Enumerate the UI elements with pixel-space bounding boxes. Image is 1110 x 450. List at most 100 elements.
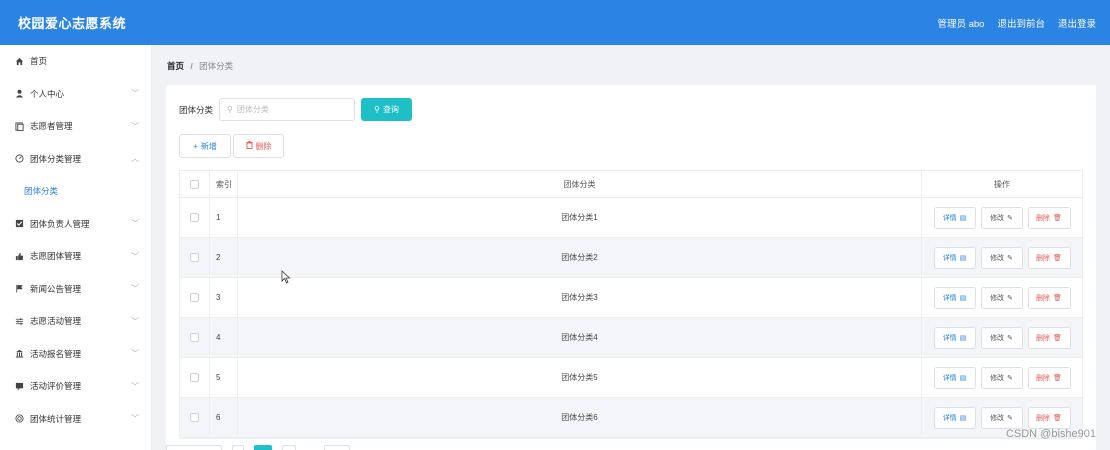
- chevron-down-icon: ﹀: [131, 251, 139, 261]
- delete-label: 删除: [1036, 374, 1051, 382]
- page-1-button[interactable]: [254, 445, 272, 450]
- document-icon: ▤: [959, 334, 967, 342]
- pagination: [166, 445, 350, 450]
- sidebar-item-label: 首页: [30, 56, 48, 67]
- gauge-icon: [14, 154, 24, 164]
- sidebar-subitem-group-category[interactable]: 团体分类: [0, 175, 151, 208]
- sidebar-item-label: 团体统计管理: [30, 413, 82, 424]
- edit-button[interactable]: 修改 ✎: [980, 246, 1023, 269]
- row-checkbox[interactable]: [190, 373, 199, 382]
- detail-button[interactable]: 详情 ▤: [933, 246, 976, 269]
- sidebar-item-label: 活动评价管理: [30, 381, 82, 392]
- row-checkbox[interactable]: [190, 293, 199, 302]
- edit-button[interactable]: 修改 ✎: [980, 206, 1023, 229]
- edit-button[interactable]: 修改 ✎: [980, 326, 1023, 349]
- chevron-down-icon: ﹀: [131, 414, 139, 424]
- breadcrumb-home[interactable]: 首页: [167, 61, 184, 71]
- sidebar-item-label: 活动报名管理: [30, 348, 82, 359]
- back-to-front-link[interactable]: 退出到前台: [997, 16, 1045, 30]
- sidebar-item-label: 个人中心: [30, 88, 65, 99]
- sidebar-item-activities[interactable]: 志愿活动管理 ﹀: [0, 305, 151, 338]
- checkbox-icon: [14, 219, 24, 229]
- delete-label: 删除: [1036, 334, 1051, 342]
- plus-icon: +: [193, 141, 198, 151]
- add-button[interactable]: + 新增: [179, 134, 231, 158]
- document-icon: ▤: [959, 214, 967, 222]
- row-index: 6: [210, 398, 238, 437]
- detail-button[interactable]: 详情 ▤: [933, 286, 976, 309]
- detail-button[interactable]: 详情 ▤: [933, 206, 976, 229]
- mouse-cursor-icon: [281, 270, 291, 284]
- row-index: 2: [210, 238, 238, 277]
- row-checkbox[interactable]: [190, 333, 199, 342]
- sidebar-item-label: 志愿活动管理: [30, 316, 82, 327]
- sidebar-item-volunteers[interactable]: 志愿者管理 ﹀: [0, 110, 151, 143]
- logout-link[interactable]: 退出登录: [1058, 16, 1096, 30]
- bank-icon: [14, 349, 24, 359]
- sidebar-item-group-category[interactable]: 团体分类管理 ︿: [0, 143, 151, 176]
- pencil-icon: ✎: [1007, 294, 1013, 302]
- comment-icon: [14, 381, 24, 391]
- trash-icon: [246, 141, 253, 151]
- detail-button[interactable]: 详情 ▤: [933, 406, 976, 429]
- row-name: 团体分类4: [238, 318, 922, 357]
- top-header: 校园爱心志愿系统 管理员 abo 退出到前台 退出登录: [0, 0, 1110, 45]
- jump-page-input[interactable]: [324, 445, 350, 450]
- page-2-button[interactable]: [282, 445, 296, 450]
- user-icon: [14, 89, 24, 99]
- delete-label: 删除: [1036, 414, 1051, 422]
- sidebar-item-signups[interactable]: 活动报名管理 ﹀: [0, 338, 151, 371]
- delete-button[interactable]: 删除 🗑: [1027, 366, 1071, 389]
- pencil-icon: ✎: [1007, 414, 1013, 422]
- search-placeholder: 团体分类: [236, 105, 269, 114]
- delete-button[interactable]: 删除 🗑: [1027, 286, 1071, 309]
- sidebar-item-volunteer-groups[interactable]: 志愿团体管理 ﹀: [0, 240, 151, 273]
- breadcrumb: 首页 / 团体分类: [167, 60, 233, 72]
- delete-button[interactable]: 删除 🗑: [1027, 206, 1071, 229]
- search-input[interactable]: ⚲ 团体分类: [219, 98, 356, 121]
- page-size-select[interactable]: [166, 445, 222, 450]
- sidebar-item-profile[interactable]: 个人中心 ﹀: [0, 78, 151, 111]
- delete-button[interactable]: 删除 🗑: [1027, 246, 1071, 269]
- table-row: 1 团体分类1 详情 ▤ 修改 ✎ 删除 🗑: [180, 198, 1082, 238]
- target-icon: [14, 414, 24, 424]
- sidebar-item-label: 团体负责人管理: [30, 218, 90, 229]
- delete-button[interactable]: 删除 🗑: [1027, 406, 1071, 429]
- search-label: 团体分类: [179, 104, 214, 115]
- delete-label: 删除: [1036, 214, 1051, 222]
- row-name: 团体分类3: [238, 278, 922, 317]
- sidebar-item-reviews[interactable]: 活动评价管理 ﹀: [0, 370, 151, 403]
- header-index: 索引: [210, 171, 238, 197]
- detail-button[interactable]: 详情 ▤: [933, 366, 976, 389]
- sidebar-item-statistics[interactable]: 团体统计管理 ﹀: [0, 403, 151, 436]
- row-name: 团体分类6: [238, 398, 922, 437]
- data-table: 索引 团体分类 操作 1 团体分类1 详情 ▤ 修改 ✎ 删除 🗑 2 团体分类2: [179, 170, 1083, 439]
- sidebar-item-news[interactable]: 新闻公告管理 ﹀: [0, 273, 151, 306]
- flag-icon: [14, 284, 24, 294]
- edit-label: 修改: [990, 414, 1005, 422]
- row-checkbox[interactable]: [190, 253, 199, 262]
- thumbs-up-icon: [14, 251, 24, 261]
- batch-delete-button[interactable]: 删除: [233, 134, 284, 158]
- prev-page-button[interactable]: [232, 445, 244, 450]
- row-checkbox[interactable]: [190, 413, 199, 422]
- row-checkbox[interactable]: [190, 213, 199, 222]
- trash-icon: 🗑: [1053, 254, 1062, 262]
- sidebar-item-group-leaders[interactable]: 团体负责人管理 ﹀: [0, 208, 151, 241]
- row-name: 团体分类2: [238, 238, 922, 277]
- delete-button[interactable]: 删除 🗑: [1027, 326, 1071, 349]
- search-button[interactable]: ⚲ 查询: [361, 98, 413, 121]
- chevron-down-icon: ﹀: [131, 349, 139, 359]
- detail-button[interactable]: 详情 ▤: [933, 326, 976, 349]
- edit-button[interactable]: 修改 ✎: [980, 406, 1023, 429]
- table-row: 2 团体分类2 详情 ▤ 修改 ✎ 删除 🗑: [180, 238, 1082, 278]
- select-all-checkbox[interactable]: [190, 179, 199, 189]
- row-index: 3: [210, 278, 238, 317]
- sidebar-item-home[interactable]: 首页: [0, 45, 151, 78]
- edit-button[interactable]: 修改 ✎: [980, 366, 1023, 389]
- chevron-down-icon: ﹀: [131, 381, 139, 391]
- edit-label: 修改: [990, 254, 1005, 262]
- search-icon: ⚲: [374, 105, 380, 114]
- edit-button[interactable]: 修改 ✎: [980, 286, 1023, 309]
- chevron-down-icon: ﹀: [131, 316, 139, 326]
